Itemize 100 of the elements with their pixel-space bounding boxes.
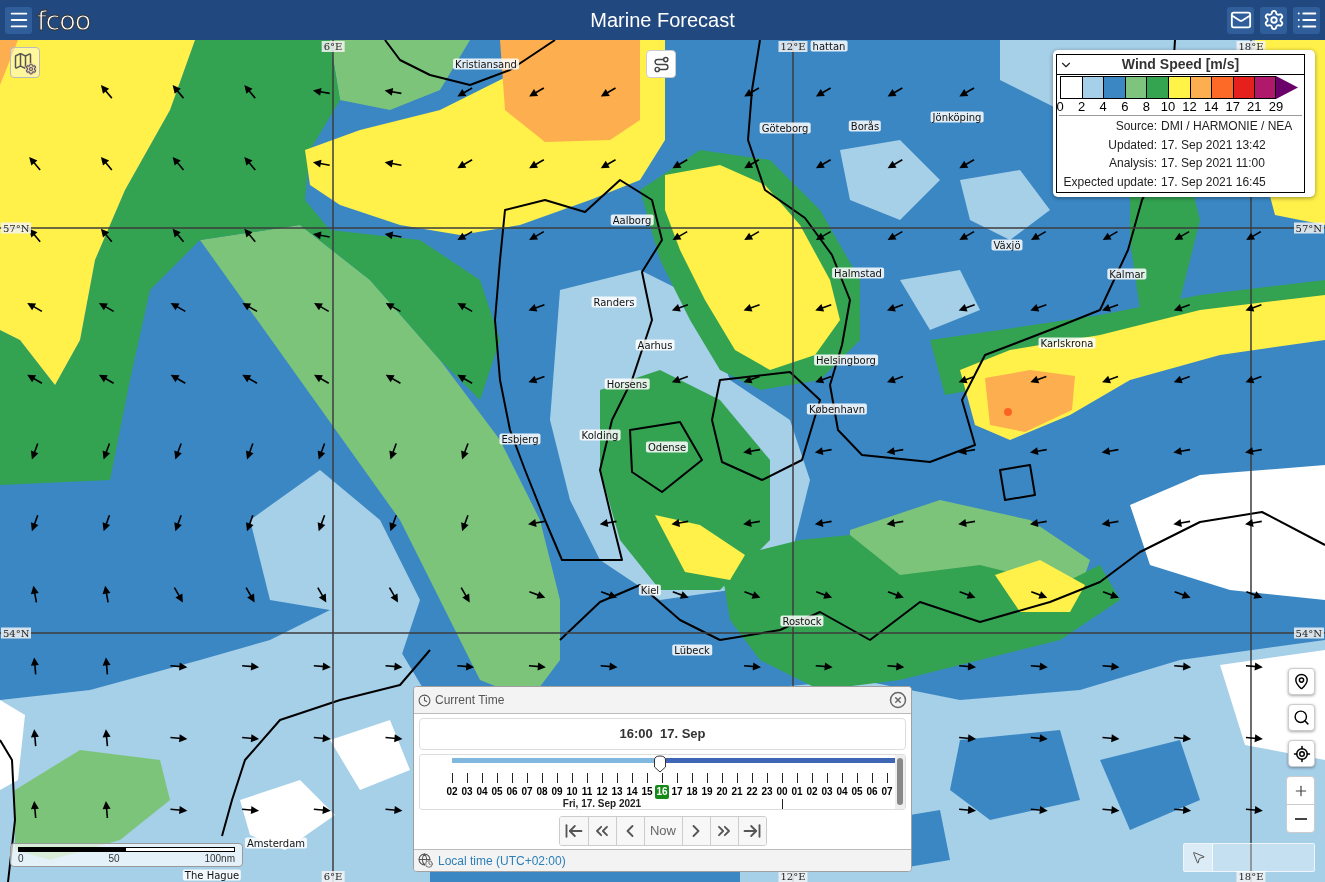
hour-label[interactable]: 17 [670, 785, 684, 799]
arrow-to-line-right-icon [742, 821, 762, 841]
wind-arrow-icon [1031, 230, 1047, 241]
wind-arrow-icon [388, 586, 398, 603]
hour-label[interactable]: 10 [565, 785, 579, 799]
wind-arrow-icon [672, 591, 689, 599]
settings-button[interactable] [1260, 6, 1287, 34]
wind-arrow-icon [528, 375, 546, 384]
hour-label[interactable]: 14 [625, 785, 639, 799]
wind-arrow-icon [529, 159, 545, 169]
hour-label[interactable]: 07 [880, 785, 894, 799]
hour-label[interactable]: 02 [445, 785, 459, 799]
hour-label[interactable]: 04 [835, 785, 849, 799]
hour-label[interactable]: 18 [685, 785, 699, 799]
hour-label[interactable]: 04 [475, 785, 489, 799]
wind-arrow-icon [959, 230, 975, 241]
hour-label[interactable]: 12 [595, 785, 609, 799]
map-settings-button[interactable] [10, 47, 40, 78]
wind-arrow-icon [245, 586, 255, 603]
hour-label[interactable]: 20 [715, 785, 729, 799]
hour-label[interactable]: 15 [640, 785, 654, 799]
wind-arrow-icon [1173, 806, 1192, 815]
now-button[interactable]: Now [643, 817, 682, 845]
scrollbar-thumb[interactable] [897, 758, 903, 805]
hour-label[interactable]: 21 [730, 785, 744, 799]
location-button[interactable] [1288, 668, 1315, 695]
wind-arrow-icon [389, 514, 398, 532]
hour-label[interactable]: 03 [460, 785, 474, 799]
wind-arrow-icon [27, 374, 43, 384]
wind-arrow-icon [246, 442, 254, 460]
scale-value: 14 [1203, 99, 1219, 115]
place-label: Amsterdam [245, 837, 307, 849]
hour-label[interactable]: 09 [550, 785, 564, 799]
wind-arrow-icon [314, 374, 330, 384]
last-button[interactable] [737, 817, 766, 845]
wind-arrow-icon [30, 442, 39, 460]
hour-label[interactable]: 05 [850, 785, 864, 799]
place-label: hattan [810, 40, 848, 52]
wind-arrow-icon [599, 519, 618, 527]
hour-label[interactable]: 03 [820, 785, 834, 799]
wind-arrow-icon [312, 159, 331, 168]
wind-arrow-icon [528, 662, 546, 671]
hour-label[interactable]: 06 [505, 785, 519, 799]
wind-arrow-icon [169, 734, 188, 743]
menu-button[interactable] [5, 6, 32, 34]
close-button[interactable] [889, 691, 907, 709]
wind-arrow-icon [1173, 447, 1191, 456]
hour-label[interactable]: 19 [700, 785, 714, 799]
hour-label[interactable]: 06 [865, 785, 879, 799]
wind-arrow-icon [244, 228, 257, 243]
hour-label[interactable]: 02 [805, 785, 819, 799]
scale-value: 8 [1142, 99, 1150, 115]
hour-label[interactable]: 22 [745, 785, 759, 799]
wind-arrow-icon [102, 657, 111, 676]
wind-arrow-icon [528, 303, 546, 312]
wind-arrow-icon [30, 657, 39, 676]
wind-arrow-icon [815, 87, 832, 97]
wind-arrow-icon [102, 729, 111, 747]
route-button[interactable] [646, 50, 676, 78]
wind-arrow-icon [1173, 519, 1191, 527]
wind-arrow-icon [170, 302, 187, 313]
wind-arrow-icon [1030, 662, 1048, 671]
hour-label[interactable]: 05 [490, 785, 504, 799]
hour-label[interactable]: 01 [790, 785, 804, 799]
wind-arrow-icon [102, 585, 111, 604]
wind-arrow-icon [887, 591, 904, 599]
back-button[interactable] [615, 817, 644, 845]
wind-arrow-icon [1245, 447, 1263, 456]
hour-label[interactable]: 13 [610, 785, 624, 799]
list-button[interactable] [1293, 6, 1320, 34]
hour-label[interactable]: 07 [520, 785, 534, 799]
hour-label[interactable]: 08 [535, 785, 549, 799]
search-button[interactable] [1288, 704, 1315, 731]
wind-arrow-icon [174, 514, 182, 532]
map-settings-icon [13, 50, 37, 75]
forward-button[interactable] [681, 817, 710, 845]
slider-thumb[interactable] [653, 755, 667, 773]
wind-arrow-icon [389, 442, 398, 460]
wind-arrow-icon [1173, 734, 1192, 743]
hour-label[interactable]: 23 [760, 785, 774, 799]
clock-icon [418, 693, 431, 707]
hour-label[interactable]: 16 [655, 785, 669, 799]
hour-label[interactable]: 00 [775, 785, 789, 799]
wind-arrow-icon [1173, 662, 1192, 671]
wind-arrow-icon [169, 662, 188, 671]
place-label: Lübeck [672, 644, 712, 656]
search-icon [1293, 709, 1310, 726]
timeline-slider[interactable] [452, 755, 895, 773]
locate-button[interactable] [1288, 740, 1315, 767]
mail-button[interactable] [1227, 6, 1254, 34]
fast-forward-button[interactable] [709, 817, 738, 845]
place-label: Kalmar [1107, 268, 1147, 280]
hour-label[interactable]: 11 [580, 785, 594, 799]
fast-back-button[interactable] [587, 817, 616, 845]
wind-arrow-icon [743, 662, 761, 671]
place-label: Kiel [638, 584, 662, 596]
wind-arrow-icon [384, 87, 403, 96]
wind-arrow-icon [671, 303, 689, 312]
first-button[interactable] [559, 817, 588, 845]
scale-value: 12 [1182, 99, 1197, 115]
